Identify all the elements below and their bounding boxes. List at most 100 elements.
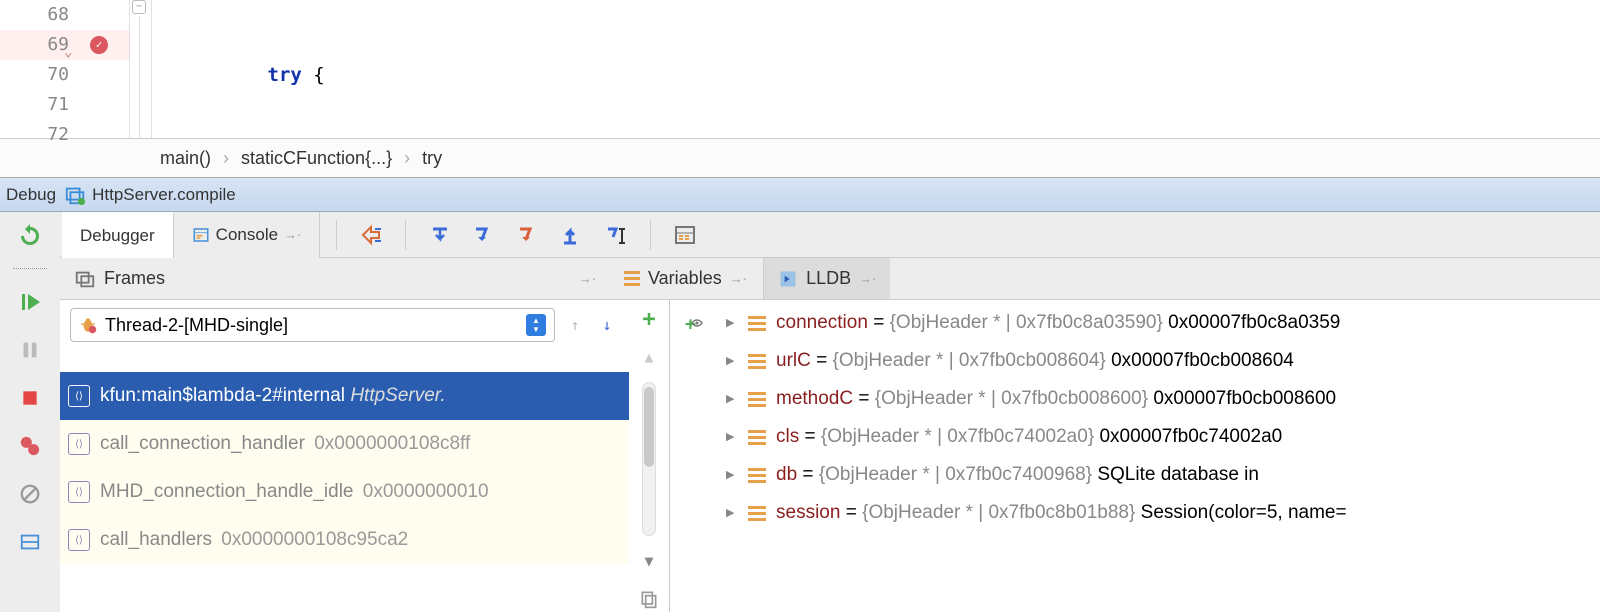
debug-panels: Thread-2-[MHD-single] ▲▼ ↑ ↓ ⟨⟩ kfun:mai… <box>60 300 1600 612</box>
code-content[interactable]: try { val db = KSqlite(cls) db: SQLite d… <box>152 0 1600 138</box>
code-line: try { <box>152 60 1600 90</box>
debug-left-rail <box>0 212 60 612</box>
chevron-right-icon: › <box>223 148 229 169</box>
thread-selector-row: Thread-2-[MHD-single] ▲▼ ↑ ↓ <box>60 300 629 350</box>
run-config-name: HttpServer.compile <box>92 185 236 205</box>
view-breakpoints-button[interactable] <box>15 431 45 461</box>
breadcrumb[interactable]: main() › staticCFunction{...} › try <box>0 138 1600 178</box>
frame-icon: ⟨⟩ <box>68 529 90 551</box>
debug-toolbar: Debugger Console →· <box>60 212 1600 258</box>
chevron-down-icon: ⌄ <box>64 37 72 67</box>
frame-item[interactable]: ⟨⟩ MHD_connection_handle_idle 0x00000000… <box>60 468 629 516</box>
variable-row[interactable]: ▶ urlC = {ObjHeader * | 0x7fb0cb008604} … <box>722 342 1600 380</box>
new-watch-button[interactable]: + <box>683 312 709 338</box>
expand-icon[interactable]: ▶ <box>726 456 738 494</box>
add-watch-button[interactable]: + <box>636 306 662 332</box>
frame-icon: ⟨⟩ <box>68 385 90 407</box>
pin-icon: →· <box>284 227 301 242</box>
bug-icon <box>79 316 97 334</box>
variable-row[interactable]: ▶ methodC = {ObjHeader * | 0x7fb0cb00860… <box>722 380 1600 418</box>
breadcrumb-item[interactable]: try <box>422 148 442 169</box>
resume-button[interactable] <box>15 287 45 317</box>
frame-up-button[interactable]: ↑ <box>563 313 587 337</box>
scroll-up-icon[interactable]: ▲ <box>636 344 662 370</box>
thread-selector[interactable]: Thread-2-[MHD-single] ▲▼ <box>70 308 555 342</box>
frames-panel: Thread-2-[MHD-single] ▲▼ ↑ ↓ ⟨⟩ kfun:mai… <box>60 300 670 612</box>
variables-icon <box>624 271 640 286</box>
frame-list[interactable]: ⟨⟩ kfun:main$lambda-2#internal HttpServe… <box>60 372 629 612</box>
frames-header[interactable]: Frames →· <box>60 258 610 299</box>
step-out-button[interactable] <box>558 221 586 249</box>
variable-row[interactable]: ▶ session = {ObjHeader * | 0x7fb0c8b01b8… <box>722 494 1600 532</box>
expand-icon[interactable]: ▶ <box>726 418 738 456</box>
variable-row[interactable]: ▶ db = {ObjHeader * | 0x7fb0c7400968} SQ… <box>722 456 1600 494</box>
line-number: 68 <box>0 0 129 30</box>
expand-icon[interactable]: ▶ <box>726 342 738 380</box>
debug-toolwindow-header[interactable]: Debug HttpServer.compile <box>0 178 1600 212</box>
show-execution-point-button[interactable] <box>357 221 385 249</box>
stop-button[interactable] <box>15 383 45 413</box>
vertical-scrollbar[interactable] <box>642 382 656 536</box>
frame-item[interactable]: ⟨⟩ call_handlers 0x0000000108c95ca2 <box>60 516 629 564</box>
variables-list[interactable]: ▶ connection = {ObjHeader * | 0x7fb0c8a0… <box>722 300 1600 612</box>
line-number: 72 <box>0 120 129 150</box>
step-over-button[interactable] <box>426 221 454 249</box>
variable-row[interactable]: ▶ cls = {ObjHeader * | 0x7fb0c74002a0} 0… <box>722 418 1600 456</box>
frame-down-button[interactable]: ↓ <box>595 313 619 337</box>
divider <box>336 220 337 250</box>
mute-breakpoints-button[interactable] <box>15 479 45 509</box>
fold-guide <box>139 16 140 138</box>
variable-row[interactable]: ▶ connection = {ObjHeader * | 0x7fb0c8a0… <box>722 304 1600 342</box>
expand-icon[interactable]: ▶ <box>726 380 738 418</box>
lldb-header[interactable]: LLDB →· <box>764 258 890 299</box>
code-editor[interactable]: 68 69 70 71 72 ⌄ − try { val db = KSqlit… <box>0 0 1600 138</box>
expand-icon[interactable]: ▶ <box>726 304 738 342</box>
variables-panel: + ▶ connection = {ObjHeader * | 0x7fb0c8… <box>670 300 1600 612</box>
tab-console[interactable]: Console →· <box>174 212 321 258</box>
thread-name: Thread-2-[MHD-single] <box>105 315 288 336</box>
step-toolbar <box>332 220 699 250</box>
frames-icon <box>74 268 96 290</box>
chevron-right-icon: › <box>404 148 410 169</box>
layout-settings-button[interactable] <box>15 527 45 557</box>
variable-icon <box>748 392 766 407</box>
pin-icon[interactable]: →· <box>730 271 747 286</box>
variable-icon <box>748 316 766 331</box>
tab-debugger[interactable]: Debugger <box>62 212 174 258</box>
rerun-button[interactable] <box>15 220 45 250</box>
pin-icon[interactable]: →· <box>859 271 876 286</box>
variable-icon <box>748 506 766 521</box>
breakpoint-icon[interactable] <box>90 36 108 54</box>
fold-toggle-icon[interactable]: − <box>132 0 146 14</box>
variables-panel-toolbar: + <box>670 300 722 612</box>
line-number: 71 <box>0 90 129 120</box>
pin-icon[interactable]: →· <box>579 271 596 286</box>
dropdown-stepper-icon[interactable]: ▲▼ <box>526 314 546 336</box>
debug-label: Debug <box>6 185 56 205</box>
panels-header: Frames →· Variables →· LLDB →· <box>60 258 1600 300</box>
fold-column[interactable]: − <box>130 0 152 138</box>
step-into-button[interactable] <box>470 221 498 249</box>
breadcrumb-item[interactable]: main() <box>160 148 211 169</box>
debug-tabs: Debugger Console →· <box>62 212 320 258</box>
frame-item[interactable]: ⟨⟩ call_connection_handler 0x0000000108c… <box>60 420 629 468</box>
run-config-icon <box>64 184 86 206</box>
frame-icon: ⟨⟩ <box>68 433 90 455</box>
expand-icon[interactable]: ▶ <box>726 494 738 532</box>
force-step-into-button[interactable] <box>514 221 542 249</box>
variable-icon <box>748 354 766 369</box>
evaluate-expression-button[interactable] <box>671 221 699 249</box>
frame-item[interactable]: ⟨⟩ kfun:main$lambda-2#internal HttpServe… <box>60 372 629 420</box>
frame-icon: ⟨⟩ <box>68 481 90 503</box>
run-to-cursor-button[interactable] <box>602 221 630 249</box>
variable-icon <box>748 430 766 445</box>
copy-button[interactable] <box>636 586 662 612</box>
scroll-down-icon[interactable]: ▼ <box>636 548 662 574</box>
divider <box>13 268 47 269</box>
frames-scroll-column: + ▲ ▼ <box>629 300 669 612</box>
gutter[interactable]: 68 69 70 71 72 ⌄ <box>0 0 130 138</box>
divider <box>405 220 406 250</box>
breadcrumb-item[interactable]: staticCFunction{...} <box>241 148 392 169</box>
pause-button[interactable] <box>15 335 45 365</box>
variables-header[interactable]: Variables →· <box>610 258 764 299</box>
